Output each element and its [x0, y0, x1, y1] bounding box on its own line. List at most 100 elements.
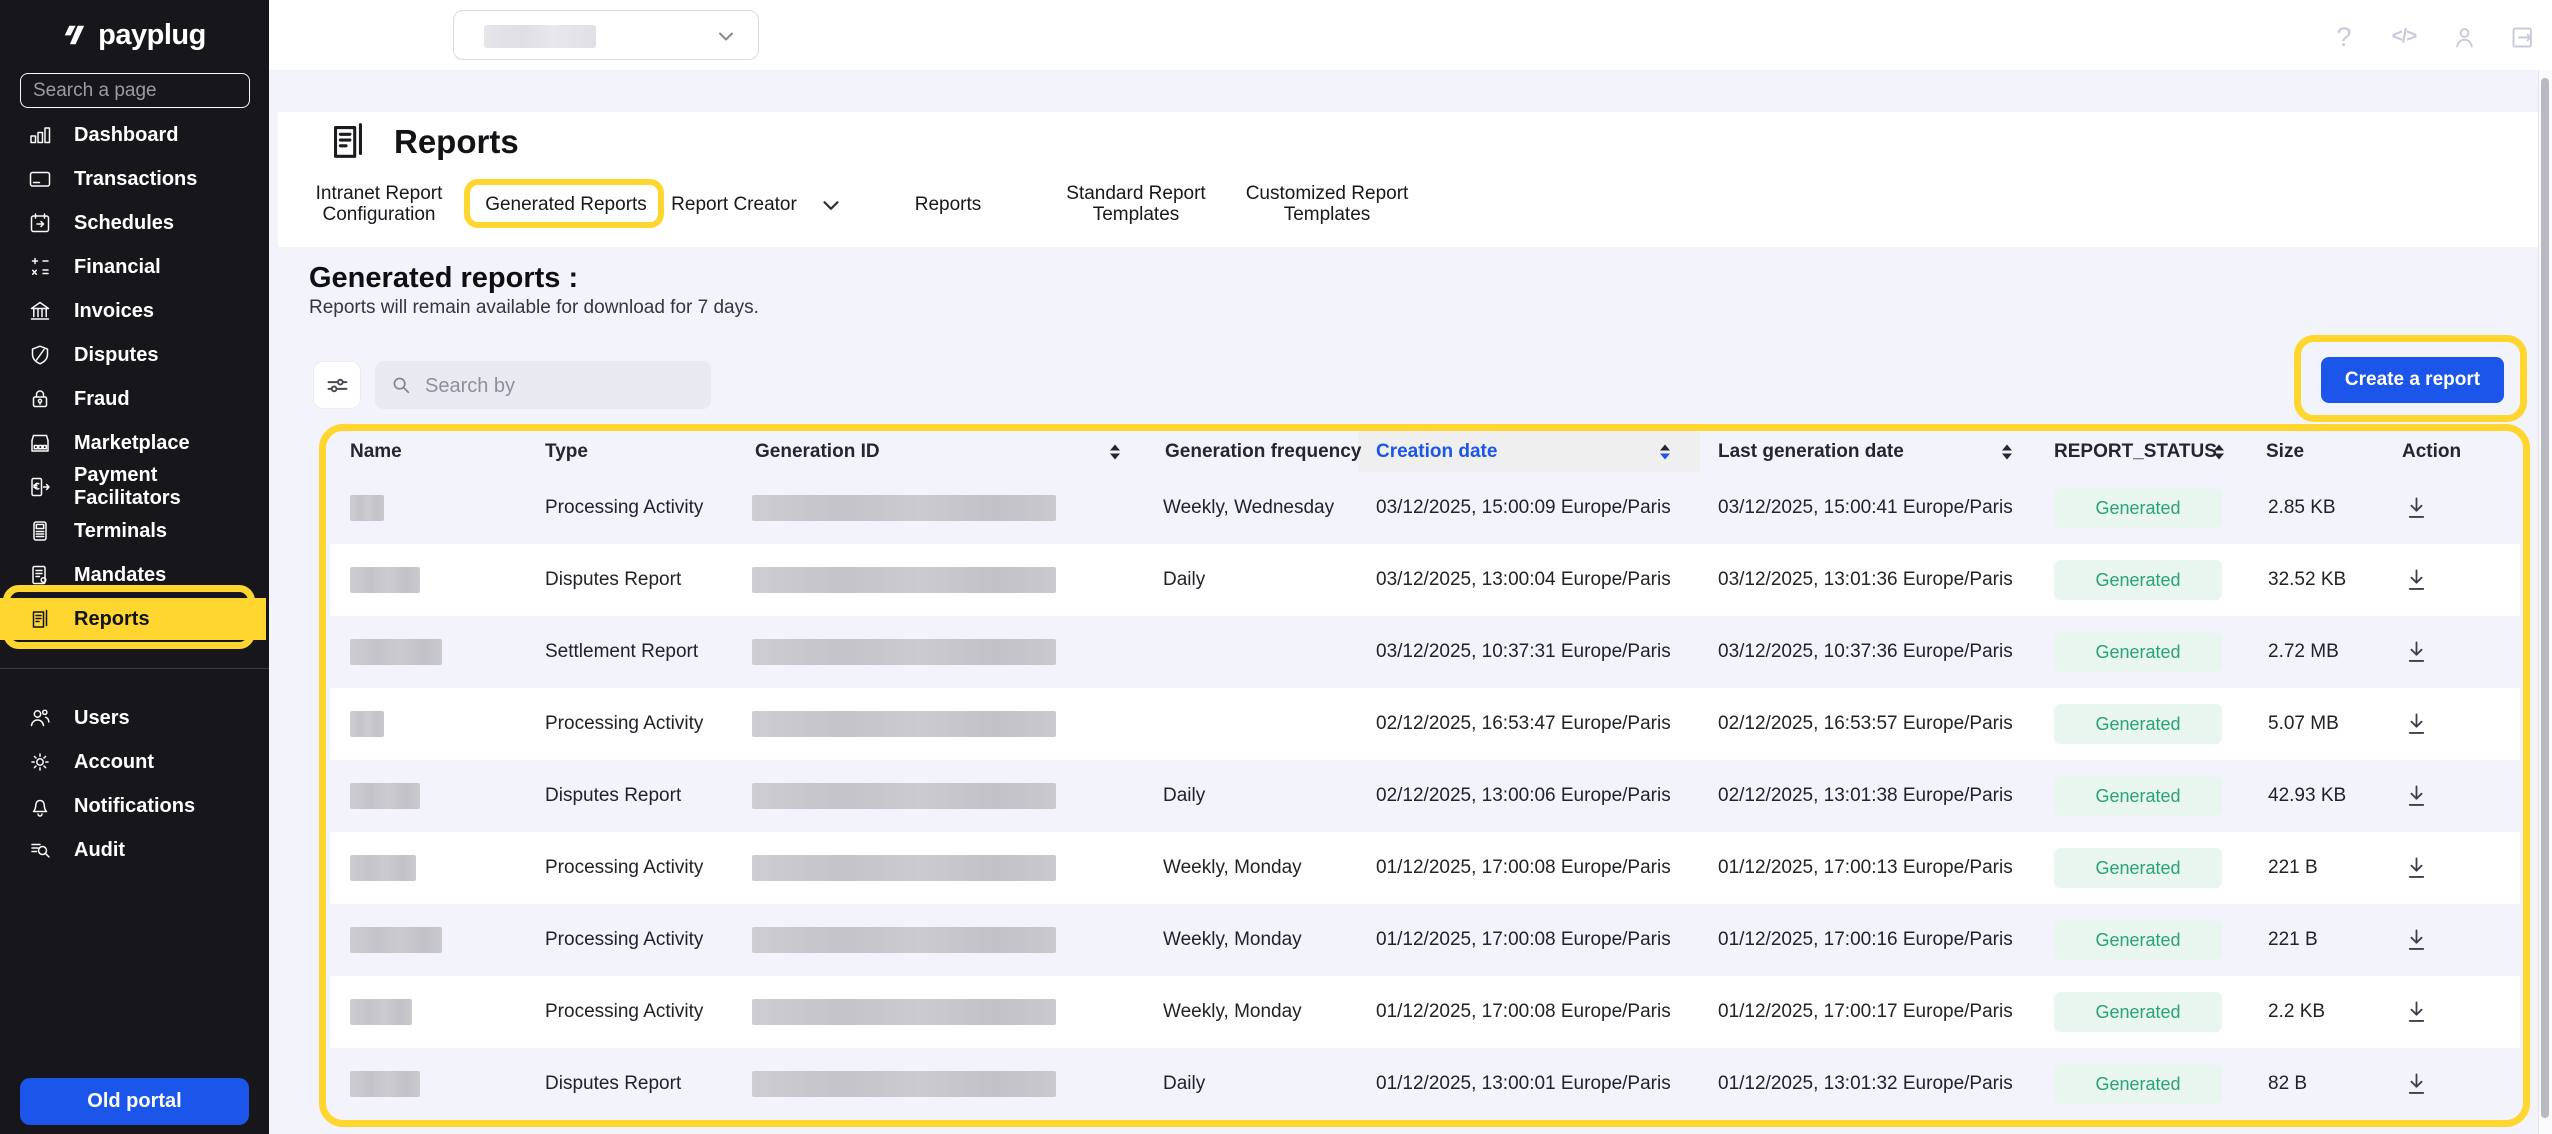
cell-last-generation-date: 01/12/2025, 17:00:17 Europe/Paris	[1718, 1001, 2013, 1023]
download-button[interactable]	[2398, 778, 2434, 814]
sidebar-item-audit[interactable]: Audit	[0, 829, 269, 871]
cell-creation-date: 01/12/2025, 13:00:01 Europe/Paris	[1376, 1073, 1671, 1095]
code-icon[interactable]: </>	[2387, 20, 2421, 54]
sidebar-item-fraud[interactable]: Fraud	[0, 378, 269, 420]
sidebar-item-label: Invoices	[74, 300, 154, 323]
filter-button[interactable]	[313, 361, 361, 409]
redacted-name	[350, 639, 442, 665]
chevron-down-icon[interactable]	[818, 192, 844, 218]
help-icon[interactable]: ?	[2327, 20, 2361, 54]
sliders-icon	[324, 372, 351, 399]
sidebar-item-terminals[interactable]: Terminals	[0, 510, 269, 552]
redacted-generation-id	[752, 783, 1056, 809]
search-input[interactable]	[423, 361, 697, 411]
column-header-creation-date[interactable]: Creation date	[1376, 441, 1497, 463]
sort-generation-id[interactable]	[1110, 444, 1120, 459]
cell-size: 221 B	[2268, 857, 2318, 879]
sidebar-item-label: Terminals	[74, 520, 167, 543]
download-button[interactable]	[2398, 1066, 2434, 1102]
cell-type: Disputes Report	[545, 1073, 681, 1095]
sort-report-status[interactable]	[2214, 444, 2224, 459]
terminals-icon	[28, 519, 52, 543]
sidebar-item-disputes[interactable]: Disputes	[0, 334, 269, 376]
cell-type: Disputes Report	[545, 569, 681, 591]
status-badge: Generated	[2054, 704, 2222, 744]
sidebar-item-dashboard[interactable]: Dashboard	[0, 114, 269, 156]
sort-last-generation-date[interactable]	[2002, 444, 2012, 459]
sidebar-item-label: Dashboard	[74, 124, 178, 147]
cell-type: Disputes Report	[545, 785, 681, 807]
cell-type: Processing Activity	[545, 713, 703, 735]
sidebar-item-users[interactable]: Users	[0, 697, 269, 739]
redacted-generation-id	[752, 1071, 1056, 1097]
status-badge: Generated	[2054, 632, 2222, 672]
download-button[interactable]	[2398, 994, 2434, 1030]
sidebar: payplug Dashboard Transactions Schedules…	[0, 0, 269, 1134]
create-report-button[interactable]: Create a report	[2321, 357, 2504, 403]
download-button[interactable]	[2398, 706, 2434, 742]
redacted-name	[350, 855, 416, 881]
sidebar-item-label: Marketplace	[74, 432, 190, 455]
cell-size: 82 B	[2268, 1073, 2307, 1095]
download-button[interactable]	[2398, 850, 2434, 886]
download-icon	[2403, 711, 2430, 738]
status-badge: Generated	[2054, 776, 2222, 816]
invoices-icon	[28, 299, 52, 323]
download-button[interactable]	[2398, 922, 2434, 958]
fraud-icon	[28, 387, 52, 411]
scrollbar-thumb[interactable]	[2541, 78, 2549, 1118]
status-badge: Generated	[2054, 920, 2222, 960]
payplug-logo-icon	[63, 22, 89, 48]
payment-facilitators-icon	[28, 475, 52, 499]
sidebar-item-label: Fraud	[74, 388, 130, 411]
column-header-last-generation-date[interactable]: Last generation date	[1718, 441, 1904, 463]
redacted-name	[350, 999, 412, 1025]
tab-reports[interactable]: Reports	[888, 178, 1008, 230]
cell-generation-frequency: Weekly, Wednesday	[1163, 497, 1334, 519]
tab-customized-report-templates[interactable]: Customized Report Templates	[1207, 178, 1447, 230]
sidebar-item-mandates[interactable]: Mandates	[0, 554, 269, 596]
tab-report-creator[interactable]: Report Creator	[654, 178, 814, 230]
user-icon[interactable]	[2447, 20, 2481, 54]
redacted-generation-id	[752, 999, 1056, 1025]
tab-generated-reports[interactable]: Generated Reports	[466, 178, 666, 230]
sidebar-item-financial[interactable]: Financial	[0, 246, 269, 288]
cell-generation-frequency: Daily	[1163, 1073, 1205, 1095]
cell-type: Processing Activity	[545, 857, 703, 879]
download-icon	[2403, 999, 2430, 1026]
account-selector-dropdown[interactable]	[453, 10, 759, 60]
sidebar-item-schedules[interactable]: Schedules	[0, 202, 269, 244]
payplug-logo-text: payplug	[98, 19, 206, 52]
tab-intranet-report-configuration[interactable]: Intranet Report Configuration	[264, 178, 494, 230]
sidebar-item-label: Account	[74, 751, 154, 774]
generated-reports-table: Name Type Generation ID Generation frequ…	[330, 431, 2520, 1121]
column-header-generation-id[interactable]: Generation ID	[755, 441, 880, 463]
download-button[interactable]	[2398, 562, 2434, 598]
sidebar-item-transactions[interactable]: Transactions	[0, 158, 269, 200]
page-title: Reports	[394, 123, 519, 161]
cell-last-generation-date: 03/12/2025, 10:37:36 Europe/Paris	[1718, 641, 2013, 663]
old-portal-button[interactable]: Old portal	[20, 1078, 249, 1125]
logout-icon[interactable]	[2505, 20, 2539, 54]
table-row: Disputes Report Daily 01/12/2025, 13:00:…	[330, 1048, 2520, 1120]
redacted-generation-id	[752, 711, 1056, 737]
sidebar-item-invoices[interactable]: Invoices	[0, 290, 269, 332]
status-badge: Generated	[2054, 560, 2222, 600]
sidebar-search-input[interactable]	[20, 73, 250, 108]
sidebar-item-reports[interactable]: Reports	[0, 598, 266, 640]
sidebar-item-label: Financial	[74, 256, 161, 279]
column-header-report-status[interactable]: REPORT_STATUS	[2054, 441, 2217, 463]
download-button[interactable]	[2398, 634, 2434, 670]
download-button[interactable]	[2398, 490, 2434, 526]
sidebar-item-notifications[interactable]: Notifications	[0, 785, 269, 827]
sidebar-item-account[interactable]: Account	[0, 741, 269, 783]
redacted-generation-id	[752, 927, 1056, 953]
cell-creation-date: 02/12/2025, 13:00:06 Europe/Paris	[1376, 785, 1671, 807]
cell-creation-date: 03/12/2025, 10:37:31 Europe/Paris	[1376, 641, 1671, 663]
sidebar-item-payment-facilitators[interactable]: Payment Facilitators	[0, 466, 269, 508]
sort-creation-date[interactable]	[1660, 444, 1670, 459]
download-icon	[2403, 855, 2430, 882]
cell-size: 32.52 KB	[2268, 569, 2346, 591]
payplug-logo: payplug	[0, 14, 269, 56]
sidebar-item-marketplace[interactable]: Marketplace	[0, 422, 269, 464]
